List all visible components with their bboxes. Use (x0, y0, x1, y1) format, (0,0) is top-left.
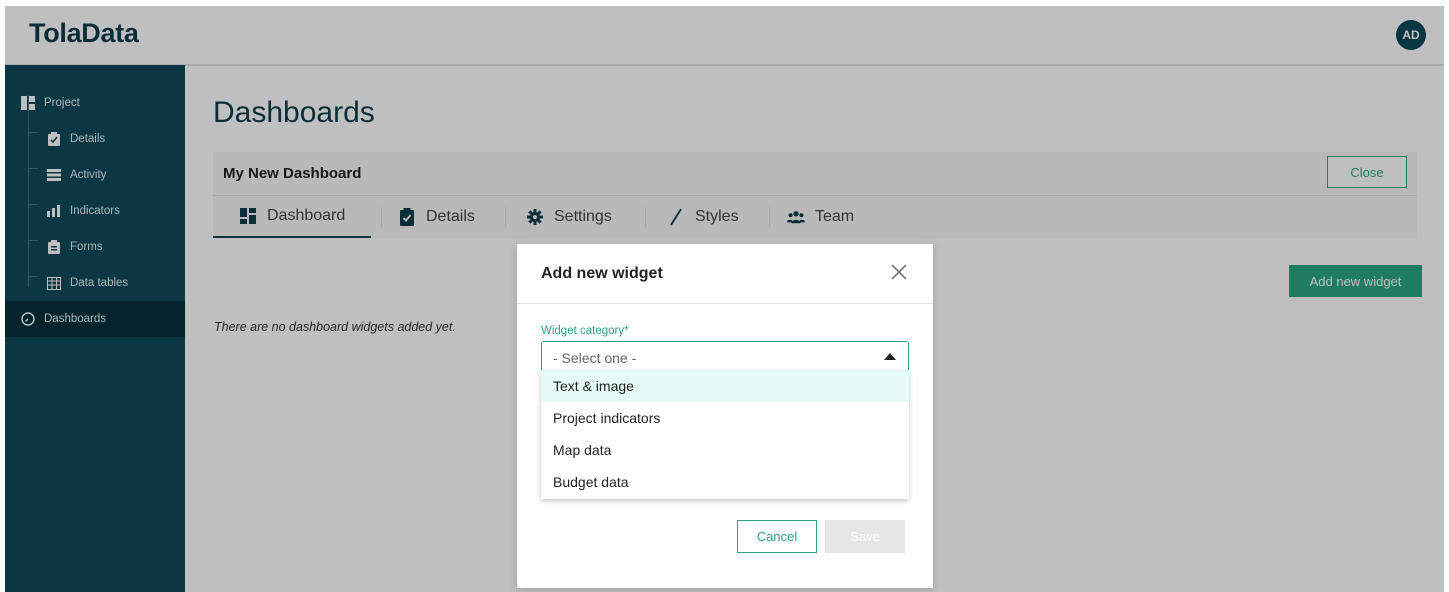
widget-category-select[interactable]: - Select one - (541, 341, 909, 373)
option-map-data[interactable]: Map data (541, 434, 909, 466)
cancel-button[interactable]: Cancel (737, 520, 817, 553)
option-project-indicators[interactable]: Project indicators (541, 402, 909, 434)
widget-category-label: Widget category* (541, 325, 629, 337)
modal-title: Add new widget (541, 265, 663, 282)
add-widget-modal: Add new widget Widget category* - Select… (517, 244, 933, 588)
option-text-image[interactable]: Text & image (541, 370, 909, 402)
select-value: - Select one - (553, 350, 637, 366)
close-icon[interactable] (887, 260, 911, 284)
widget-category-dropdown: Text & image Project indicators Map data… (541, 370, 909, 499)
modal-header: Add new widget (517, 244, 933, 304)
save-button[interactable]: Save (825, 520, 905, 553)
option-budget-data[interactable]: Budget data (541, 466, 909, 498)
caret-up-icon (884, 353, 896, 360)
